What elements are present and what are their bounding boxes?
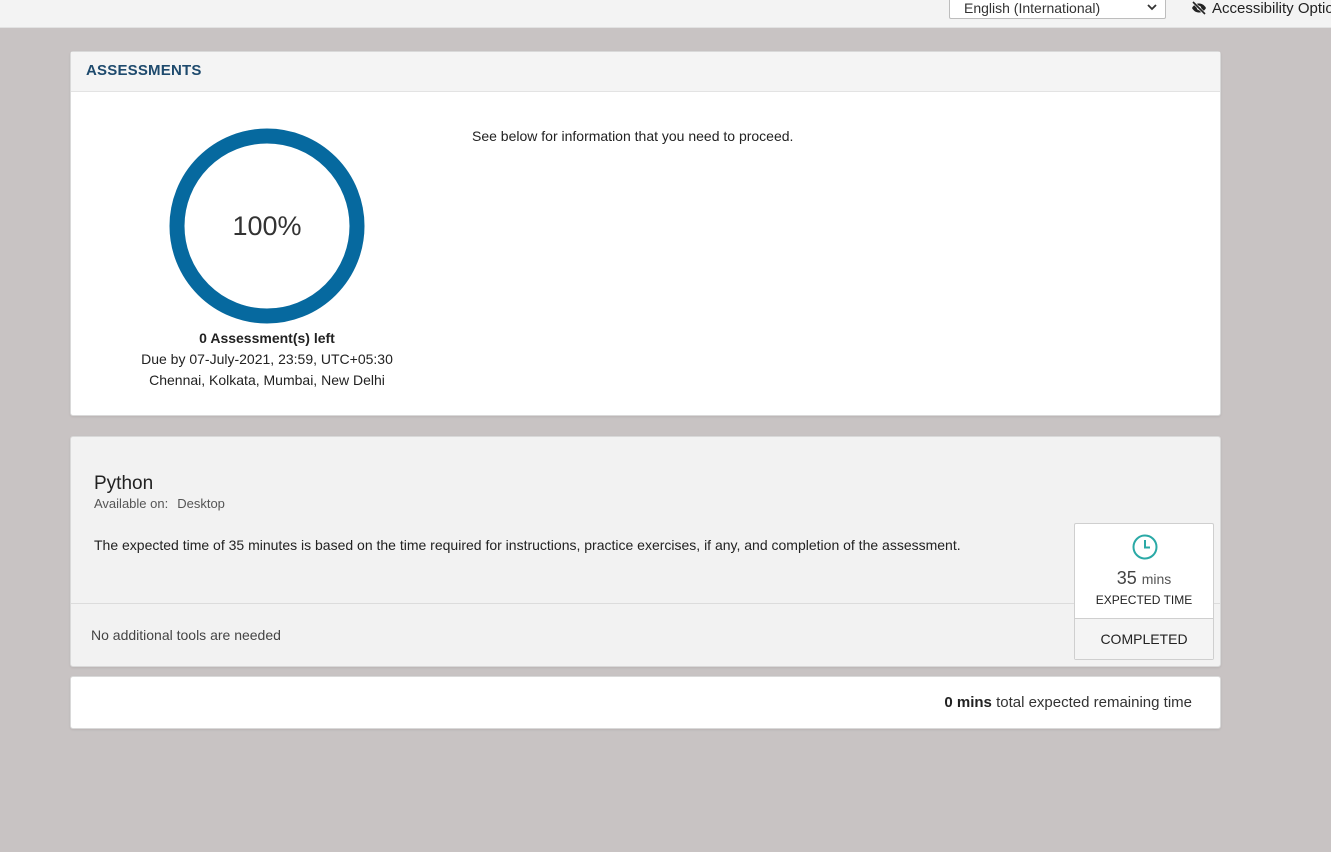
due-date: Due by 07-July-2021, 23:59, UTC+05:30 [141, 351, 393, 367]
progress-percent: 100% [232, 210, 302, 241]
proceed-info-text: See below for information that you need … [472, 128, 794, 144]
assessments-header: ASSESSMENTS [71, 52, 1220, 92]
top-bar: English (International) Accessibility Op… [0, 0, 1331, 28]
availability-value: Desktop [177, 496, 225, 511]
eye-slash-icon [1191, 0, 1207, 16]
python-assessment-card: Python Available on: Desktop The expected… [70, 436, 1221, 667]
language-select[interactable]: English (International) [949, 0, 1166, 19]
language-select-value: English (International) [964, 0, 1101, 16]
tools-note: No additional tools are needed [91, 627, 281, 643]
timezone-cities: Chennai, Kolkata, Mumbai, New Delhi [149, 372, 385, 388]
expected-time-label: EXPECTED TIME [1095, 593, 1193, 607]
remaining-time-mins: 0 mins [944, 694, 992, 711]
assessments-card: ASSESSMENTS 100% 0 Assessment(s) left Du… [70, 51, 1221, 416]
assessment-title: Python [94, 473, 154, 494]
clock-icon [1132, 534, 1158, 560]
accessibility-options-label: Accessibility Optio [1212, 0, 1331, 17]
expected-time-box: 35 mins EXPECTED TIME COMPLETED [1074, 523, 1214, 660]
assessment-summary: 0 Assessment(s) left Due by 07-July-2021… [71, 328, 463, 391]
availability: Available on: Desktop [94, 496, 225, 511]
expected-time-number: 35 [1116, 568, 1137, 588]
availability-label: Available on: [94, 496, 169, 511]
completed-status-button[interactable]: COMPLETED [1075, 618, 1213, 659]
remaining-time-card: 0 mins total expected remaining time [70, 676, 1221, 729]
remaining-time-suffix: total expected remaining time [996, 694, 1192, 711]
expected-time-unit: mins [1141, 571, 1172, 587]
accessibility-options-button[interactable]: Accessibility Optio [1191, 0, 1331, 18]
expected-time-value: 35 mins [1075, 568, 1213, 589]
divider [71, 603, 1220, 604]
remaining-time: 0 mins total expected remaining time [944, 694, 1192, 711]
assessment-description: The expected time of 35 minutes is based… [94, 537, 961, 553]
assessments-left-count: 0 Assessment(s) left [199, 330, 335, 346]
chevron-down-icon [1147, 4, 1157, 11]
